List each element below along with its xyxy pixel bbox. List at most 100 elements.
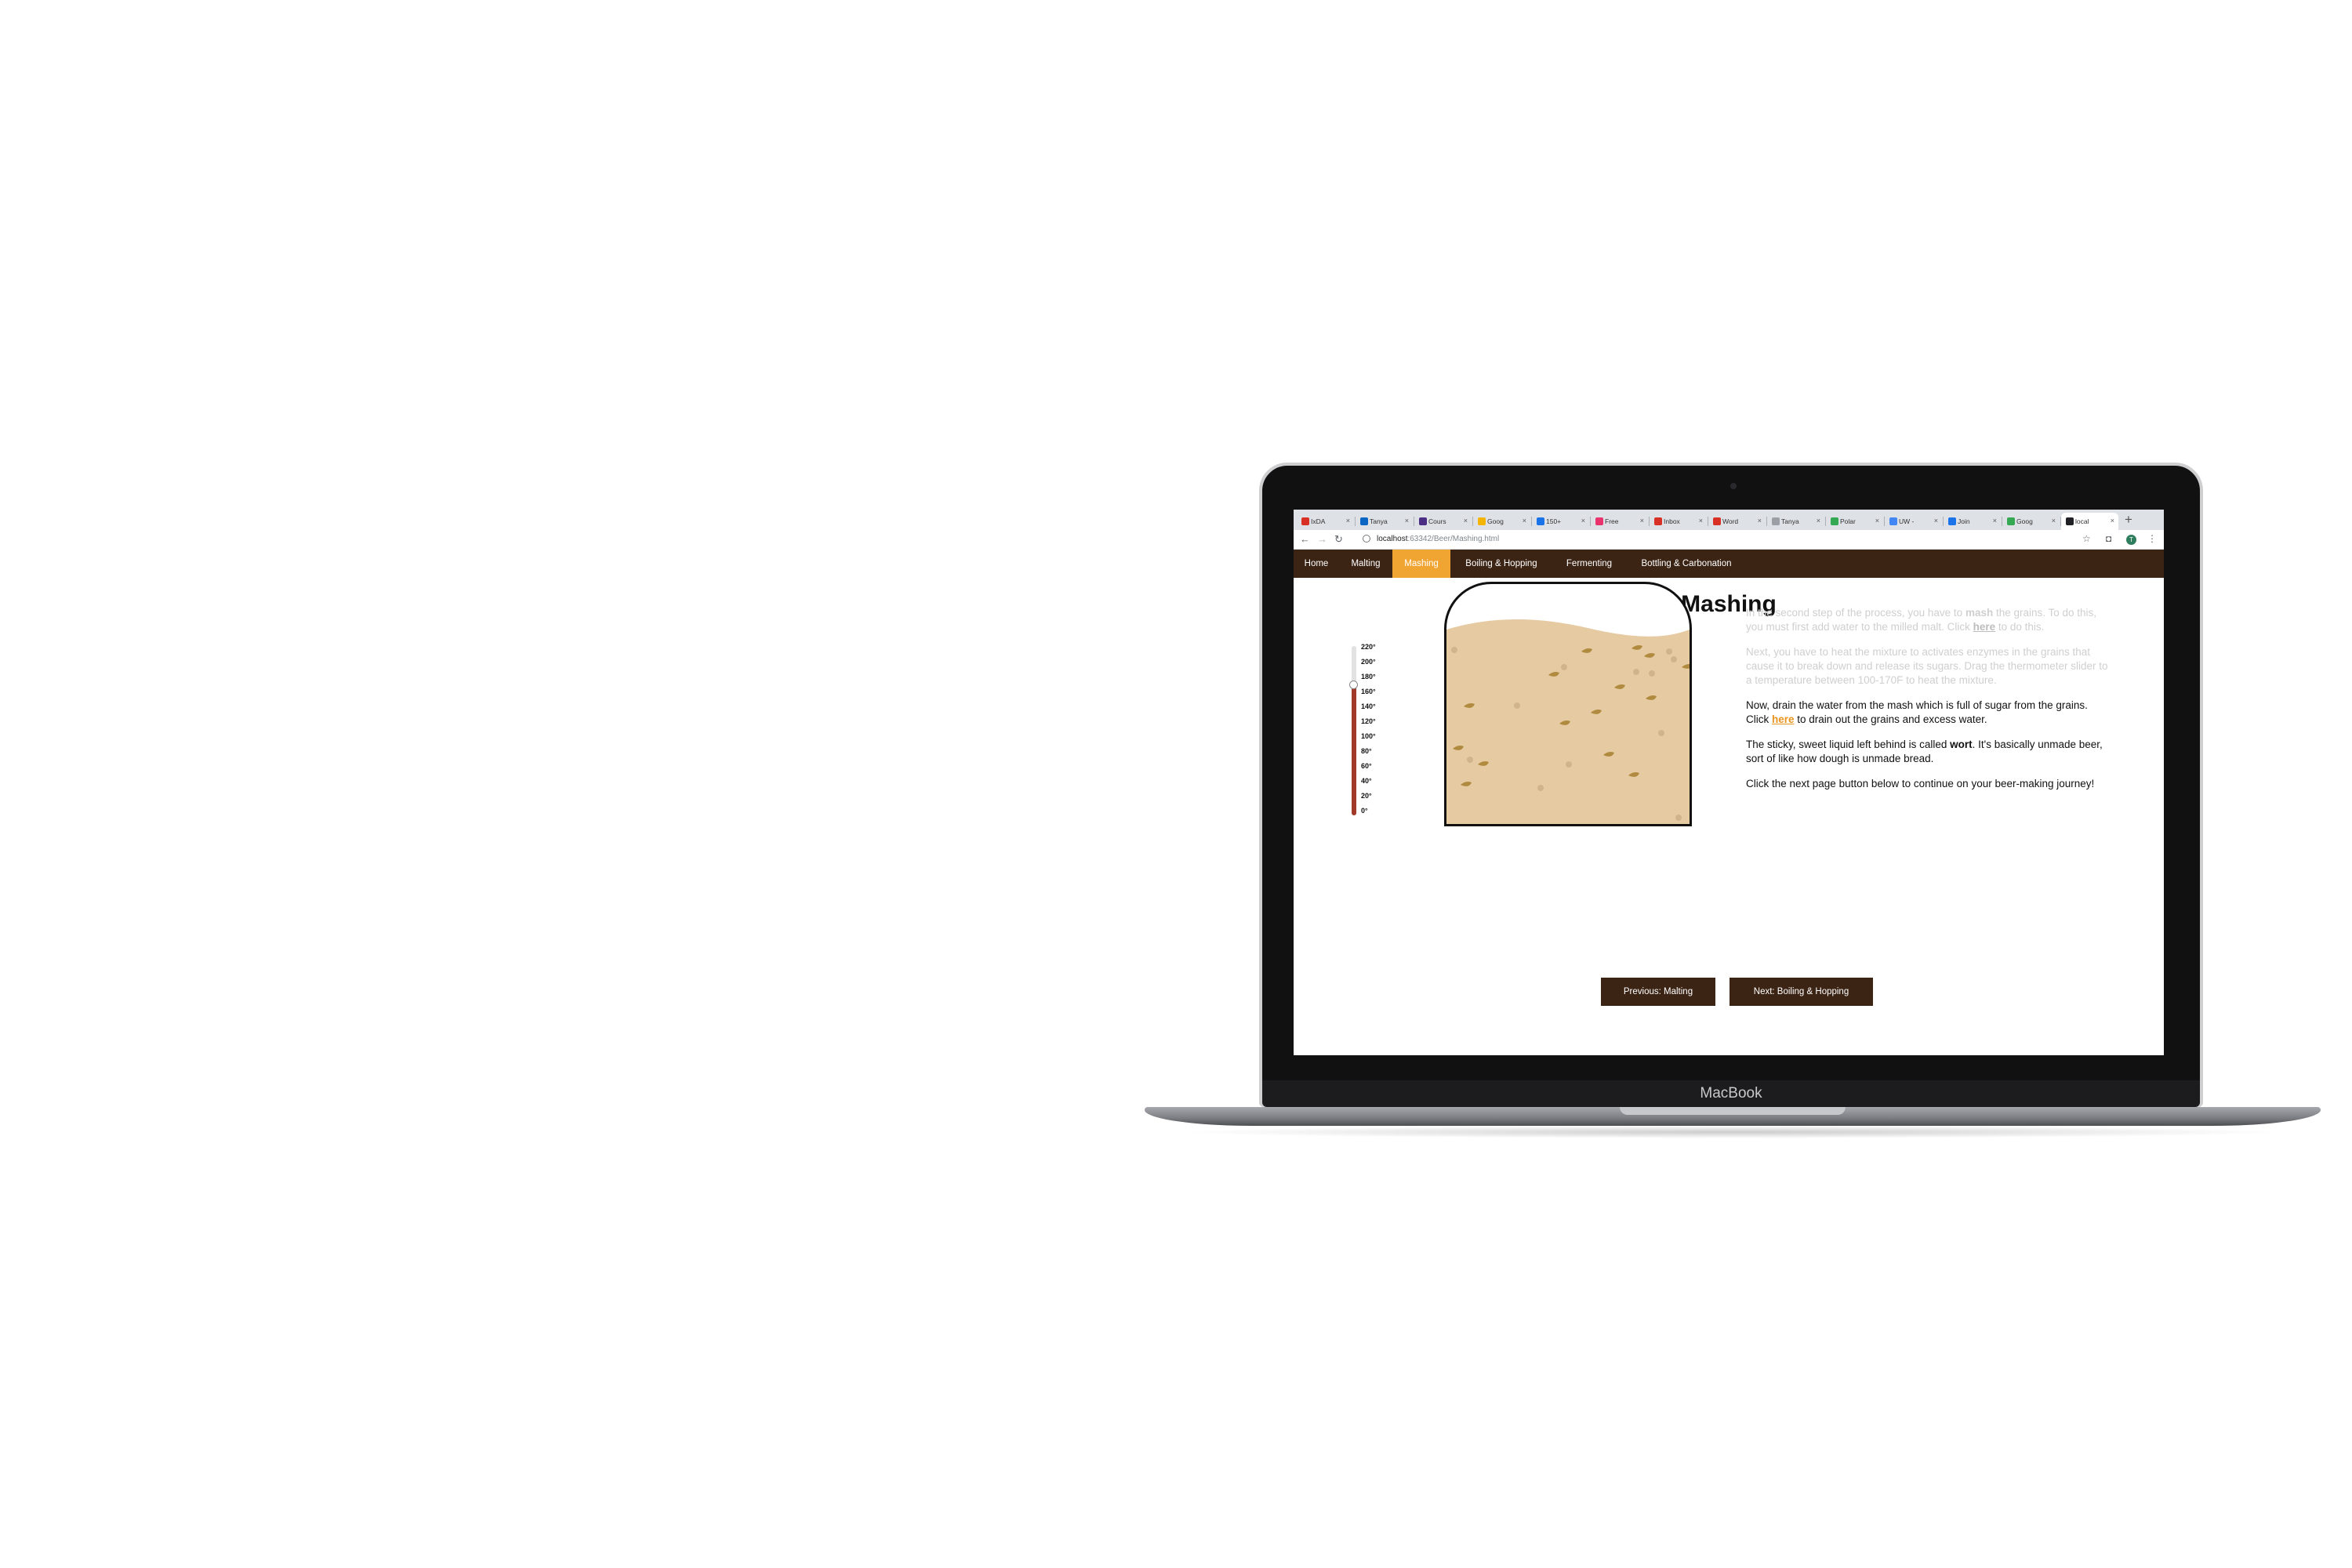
profile-avatar[interactable]: T bbox=[2126, 535, 2136, 545]
camera-extension-icon[interactable]: ◘ bbox=[2106, 533, 2111, 544]
tab-label: Inbox bbox=[1664, 517, 1680, 525]
tab-close-icon[interactable]: × bbox=[1523, 517, 1526, 524]
browser-tab[interactable]: Inbox × bbox=[1650, 513, 1707, 530]
info-icon[interactable] bbox=[1363, 535, 1370, 543]
tab-close-icon[interactable]: × bbox=[2052, 517, 2056, 524]
grain-speck bbox=[1566, 761, 1572, 768]
browser-tab[interactable]: UW - × bbox=[1885, 513, 1942, 530]
camera-icon bbox=[1730, 483, 1737, 489]
browser-tab[interactable]: Goog × bbox=[1473, 513, 1530, 530]
thermometer-tick-label: 200° bbox=[1361, 658, 1376, 666]
browser-tab[interactable]: local × bbox=[2061, 513, 2118, 530]
tab-close-icon[interactable]: × bbox=[1464, 517, 1468, 524]
grain-speck bbox=[1649, 670, 1655, 677]
laptop-mockup: MacBook + IxDA × Tanya × Cours × Goog × 150+ × Fre… bbox=[1145, 463, 2321, 1145]
step-wort: The sticky, sweet liquid left behind is … bbox=[1746, 739, 2103, 764]
thermometer-thumb[interactable] bbox=[1349, 681, 1358, 689]
tab-close-icon[interactable]: × bbox=[1758, 517, 1762, 524]
thermometer-fill bbox=[1352, 684, 1356, 815]
nav-mashing[interactable]: Mashing bbox=[1392, 550, 1450, 578]
grain-speck bbox=[1451, 647, 1457, 653]
url-path: :63342/Beer/Mashing.html bbox=[1407, 535, 1500, 543]
new-tab-icon[interactable]: + bbox=[2125, 512, 2132, 528]
thermometer-tick-label: 80° bbox=[1361, 747, 1372, 755]
nav-home[interactable]: Home bbox=[1294, 550, 1339, 578]
tab-favicon-icon bbox=[1948, 517, 1956, 525]
browser-tab[interactable]: 150+ × bbox=[1532, 513, 1589, 530]
browser-tab[interactable]: Tanya × bbox=[1767, 513, 1824, 530]
tab-favicon-icon bbox=[1360, 517, 1368, 525]
browser-tab[interactable]: Free × bbox=[1591, 513, 1648, 530]
browser-tab[interactable]: Tanya × bbox=[1356, 513, 1413, 530]
thermometer-tick-label: 160° bbox=[1361, 688, 1376, 695]
bookmark-star-icon[interactable]: ☆ bbox=[2082, 533, 2091, 544]
address-bar[interactable]: localhost:63342/Beer/Mashing.html bbox=[1377, 535, 1499, 543]
tab-close-icon[interactable]: × bbox=[1934, 517, 1938, 524]
thermometer-tick-label: 220° bbox=[1361, 643, 1376, 651]
step-heat: Next, you have to heat the mixture to ac… bbox=[1746, 646, 2108, 686]
browser-toolbar: ← → ↻ localhost:63342/Beer/Mashing.html … bbox=[1294, 530, 2164, 550]
next-button[interactable]: Next: Boiling & Hopping bbox=[1730, 978, 1873, 1006]
site-nav: Home Malting Mashing Boiling & Hopping F… bbox=[1294, 550, 2164, 578]
tab-close-icon[interactable]: × bbox=[1346, 517, 1350, 524]
add-water-link[interactable]: here bbox=[1973, 621, 1996, 633]
tab-label: Polar bbox=[1840, 517, 1856, 525]
tab-label: Word bbox=[1722, 517, 1739, 525]
browser-tab[interactable]: Join × bbox=[1944, 513, 2001, 530]
tab-label: Tanya bbox=[1781, 517, 1799, 525]
tab-favicon-icon bbox=[1595, 517, 1603, 525]
tab-close-icon[interactable]: × bbox=[1699, 517, 1703, 524]
grain-speck bbox=[1658, 730, 1664, 736]
back-icon[interactable]: ← bbox=[1300, 533, 1310, 545]
browser-tab[interactable]: Goog × bbox=[2002, 513, 2060, 530]
tab-close-icon[interactable]: × bbox=[2111, 517, 2114, 524]
tab-close-icon[interactable]: × bbox=[1581, 517, 1585, 524]
browser-tab[interactable]: Cours × bbox=[1414, 513, 1472, 530]
tab-label: Cours bbox=[1428, 517, 1446, 525]
step-mash: In the second step of the process, you h… bbox=[1746, 607, 2097, 633]
thermometer-tick-label: 40° bbox=[1361, 777, 1372, 785]
reload-icon[interactable]: ↻ bbox=[1334, 533, 1343, 546]
forward-icon[interactable]: → bbox=[1317, 533, 1327, 545]
tab-close-icon[interactable]: × bbox=[1875, 517, 1879, 524]
tab-label: Join bbox=[1958, 517, 1970, 525]
tab-favicon-icon bbox=[1419, 517, 1427, 525]
tab-close-icon[interactable]: × bbox=[1640, 517, 1644, 524]
tab-label: IxDA bbox=[1311, 517, 1326, 525]
nav-fermenting[interactable]: Fermenting bbox=[1552, 550, 1626, 578]
tab-favicon-icon bbox=[1537, 517, 1544, 525]
tab-close-icon[interactable]: × bbox=[1405, 517, 1409, 524]
drain-link[interactable]: here bbox=[1772, 713, 1795, 725]
browser-window: + IxDA × Tanya × Cours × Goog × 150+ × Free × Inbox ×… bbox=[1294, 510, 2164, 1055]
menu-kebab-icon[interactable]: ⋮ bbox=[2147, 533, 2157, 544]
tab-label: Goog bbox=[2016, 517, 2033, 525]
thermometer-tick-label: 0° bbox=[1361, 807, 1368, 815]
mash-illustration bbox=[1446, 619, 1690, 824]
tab-close-icon[interactable]: × bbox=[1817, 517, 1820, 524]
tab-favicon-icon bbox=[1654, 517, 1662, 525]
grain-speck bbox=[1633, 669, 1639, 675]
browser-tab[interactable]: Word × bbox=[1708, 513, 1766, 530]
nav-bottling-carbonation[interactable]: Bottling & Carbonation bbox=[1626, 550, 1747, 578]
grain-speck bbox=[1537, 785, 1544, 791]
thermometer-tick-label: 180° bbox=[1361, 673, 1376, 681]
nav-boiling-hopping[interactable]: Boiling & Hopping bbox=[1450, 550, 1552, 578]
thermometer-tick-label: 100° bbox=[1361, 732, 1376, 740]
previous-button[interactable]: Previous: Malting bbox=[1601, 978, 1715, 1006]
url-host: localhost bbox=[1377, 535, 1408, 543]
step-drain: Now, drain the water from the mash which… bbox=[1746, 699, 2088, 725]
laptop-shadow bbox=[1176, 1126, 2289, 1138]
nav-malting[interactable]: Malting bbox=[1339, 550, 1392, 578]
tab-close-icon[interactable]: × bbox=[1993, 517, 1997, 524]
tab-label: local bbox=[2075, 517, 2089, 525]
mash-tun bbox=[1444, 582, 1692, 826]
grain-speck bbox=[1675, 815, 1682, 821]
grain-speck bbox=[1666, 648, 1672, 655]
tab-label: UW - bbox=[1899, 517, 1915, 525]
tab-favicon-icon bbox=[1713, 517, 1721, 525]
browser-tab[interactable]: Polar × bbox=[1826, 513, 1883, 530]
tab-label: 150+ bbox=[1546, 517, 1562, 525]
tab-favicon-icon bbox=[1831, 517, 1838, 525]
browser-tab[interactable]: IxDA × bbox=[1297, 513, 1354, 530]
tab-favicon-icon bbox=[1301, 517, 1309, 525]
